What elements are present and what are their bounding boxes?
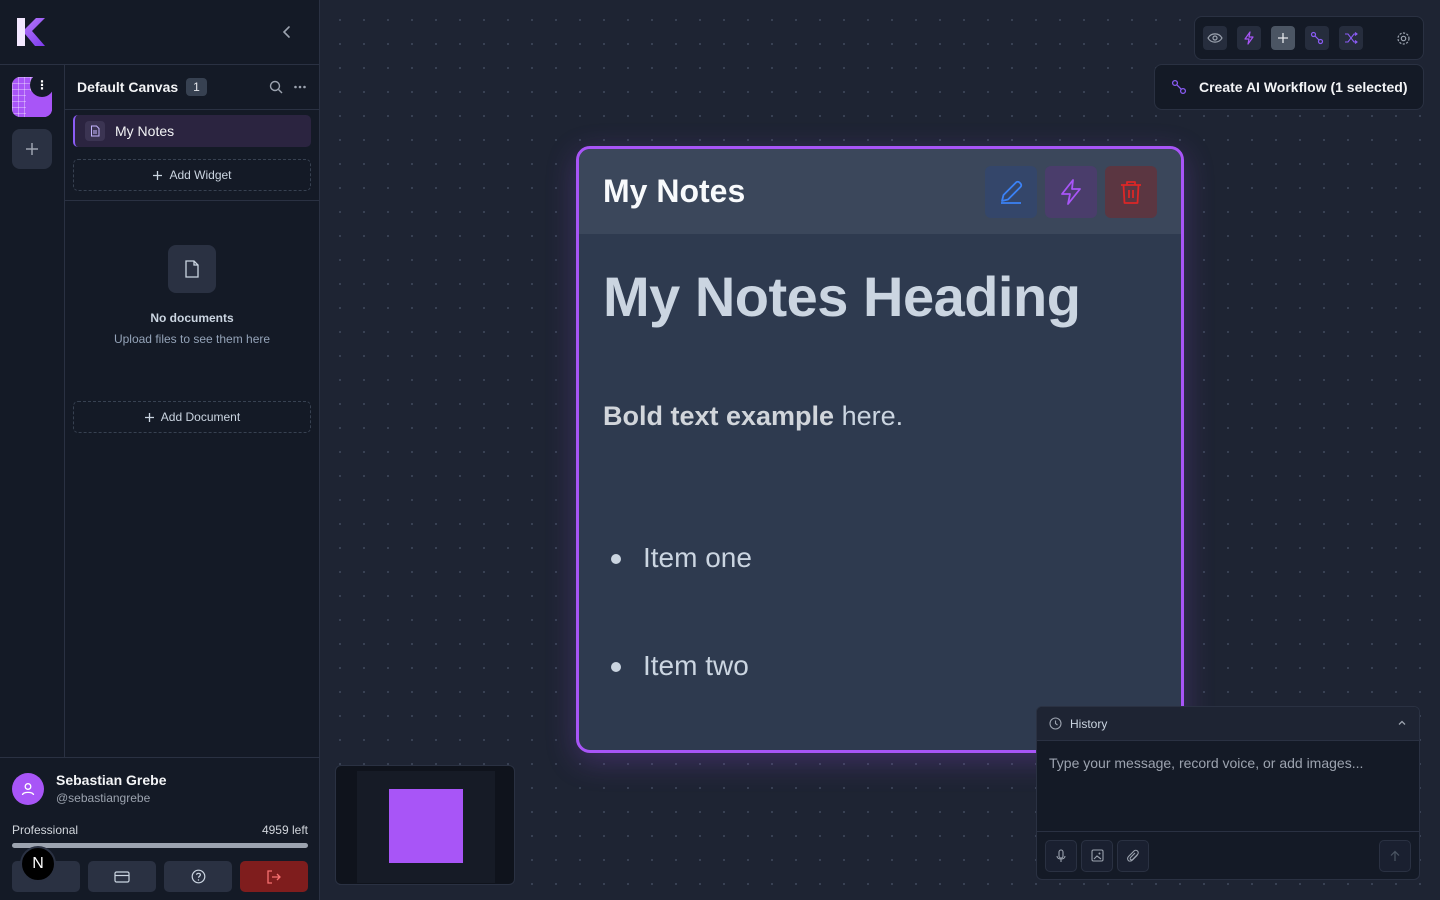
next-devtools-badge[interactable]: N bbox=[20, 846, 56, 882]
add-widget-label: Add Widget bbox=[169, 168, 232, 182]
delete-widget-button[interactable] bbox=[1105, 165, 1157, 218]
canvas-name: Default Canvas bbox=[77, 79, 179, 95]
add-canvas-button[interactable] bbox=[12, 129, 52, 169]
image-icon bbox=[1090, 849, 1104, 862]
canvas-toolbar bbox=[1194, 16, 1424, 60]
paperclip-icon bbox=[1127, 849, 1139, 862]
chevron-up-icon[interactable] bbox=[1397, 717, 1407, 731]
image-button[interactable] bbox=[1081, 839, 1113, 872]
canvas-menu-icon[interactable]: ⋮ bbox=[30, 73, 54, 97]
gear-icon[interactable] bbox=[1391, 26, 1415, 50]
attach-button[interactable] bbox=[1117, 839, 1149, 872]
documents-empty-state: No documents Upload files to see them he… bbox=[65, 201, 319, 346]
app-logo bbox=[17, 18, 45, 46]
widget-title: My Notes bbox=[603, 173, 746, 209]
pencil-icon bbox=[1001, 180, 1023, 204]
usage-bar bbox=[12, 843, 308, 848]
create-ai-workflow-button[interactable]: Create AI Workflow (1 selected) bbox=[1154, 64, 1424, 110]
canvas-area[interactable]: Create AI Workflow (1 selected) My Notes… bbox=[320, 0, 1440, 900]
minimap[interactable] bbox=[335, 765, 515, 885]
trash-icon bbox=[1121, 180, 1141, 204]
help-button[interactable] bbox=[164, 861, 232, 892]
document-icon bbox=[85, 121, 105, 141]
bolt-icon[interactable] bbox=[1237, 26, 1261, 50]
empty-title: No documents bbox=[150, 311, 234, 325]
search-icon[interactable] bbox=[269, 80, 283, 94]
send-button[interactable] bbox=[1379, 839, 1411, 872]
add-document-button[interactable]: Add Document bbox=[73, 401, 311, 433]
list-item: Item one bbox=[603, 542, 1157, 650]
chat-panel: History bbox=[1036, 706, 1420, 880]
app-sidebar: ⋮ Default Canvas 1 My Notes Add Widget N… bbox=[0, 0, 320, 900]
billing-button[interactable] bbox=[88, 861, 156, 892]
ai-action-button[interactable] bbox=[1045, 165, 1097, 218]
file-icon bbox=[168, 245, 216, 293]
add-widget-button[interactable]: Add Widget bbox=[73, 159, 311, 191]
eye-icon[interactable] bbox=[1203, 26, 1227, 50]
usage-bar-fill bbox=[12, 843, 308, 848]
widget-content[interactable]: My Notes Heading Bold text example here.… bbox=[579, 234, 1181, 750]
add-document-label: Add Document bbox=[160, 410, 241, 424]
sidebar-item-label: My Notes bbox=[115, 123, 175, 139]
user-handle: @sebastiangrebe bbox=[56, 791, 151, 805]
history-toggle[interactable]: History bbox=[1037, 707, 1419, 741]
plus-icon bbox=[153, 170, 163, 180]
edit-widget-button[interactable] bbox=[985, 165, 1037, 218]
note-paragraph: Bold text example here. bbox=[603, 401, 1157, 432]
canvas-rail: ⋮ bbox=[0, 65, 65, 757]
workflow-icon[interactable] bbox=[1305, 26, 1329, 50]
credit-card-icon bbox=[114, 870, 130, 883]
chat-toolbar bbox=[1037, 831, 1419, 879]
message-input[interactable] bbox=[1037, 741, 1419, 831]
notes-widget[interactable]: My Notes My Notes Heading Bold text exam… bbox=[576, 146, 1184, 753]
logout-icon bbox=[267, 869, 281, 884]
widget-header[interactable]: My Notes bbox=[579, 149, 1181, 234]
canvas-panel: Default Canvas 1 My Notes Add Widget No … bbox=[65, 65, 319, 757]
user-name: Sebastian Grebe bbox=[56, 772, 167, 788]
workflow-icon bbox=[1171, 79, 1187, 95]
empty-subtitle: Upload files to see them here bbox=[113, 332, 271, 346]
history-label: History bbox=[1070, 716, 1108, 731]
microphone-icon bbox=[1056, 848, 1066, 862]
widget-count-badge: 1 bbox=[186, 78, 207, 96]
bold-text: Bold text example bbox=[603, 401, 835, 431]
shuffle-icon[interactable] bbox=[1339, 26, 1363, 50]
sidebar-item-my-notes[interactable]: My Notes bbox=[73, 115, 311, 147]
workflow-button-label: Create AI Workflow (1 selected) bbox=[1199, 79, 1408, 95]
plain-text: here. bbox=[834, 401, 904, 431]
collapse-sidebar-icon[interactable] bbox=[277, 22, 297, 42]
avatar[interactable] bbox=[12, 772, 44, 805]
more-options-icon[interactable] bbox=[293, 80, 307, 94]
clock-icon bbox=[1049, 717, 1062, 730]
plan-name: Professional bbox=[12, 823, 79, 837]
microphone-button[interactable] bbox=[1045, 839, 1077, 872]
plus-icon[interactable] bbox=[1271, 26, 1295, 50]
canvas-header: Default Canvas 1 bbox=[65, 65, 319, 110]
credits-left: 4959 left bbox=[261, 823, 308, 837]
sidebar-top bbox=[0, 0, 319, 65]
help-icon bbox=[191, 869, 205, 884]
logout-button[interactable] bbox=[240, 861, 308, 892]
plus-icon bbox=[144, 412, 154, 422]
user-area: Sebastian Grebe @sebastiangrebe Professi… bbox=[0, 757, 320, 900]
minimap-node bbox=[389, 789, 463, 863]
arrow-up-icon bbox=[1390, 850, 1400, 861]
note-heading: My Notes Heading bbox=[603, 265, 1081, 328]
user-icon bbox=[21, 782, 35, 795]
bolt-icon bbox=[1061, 178, 1081, 205]
